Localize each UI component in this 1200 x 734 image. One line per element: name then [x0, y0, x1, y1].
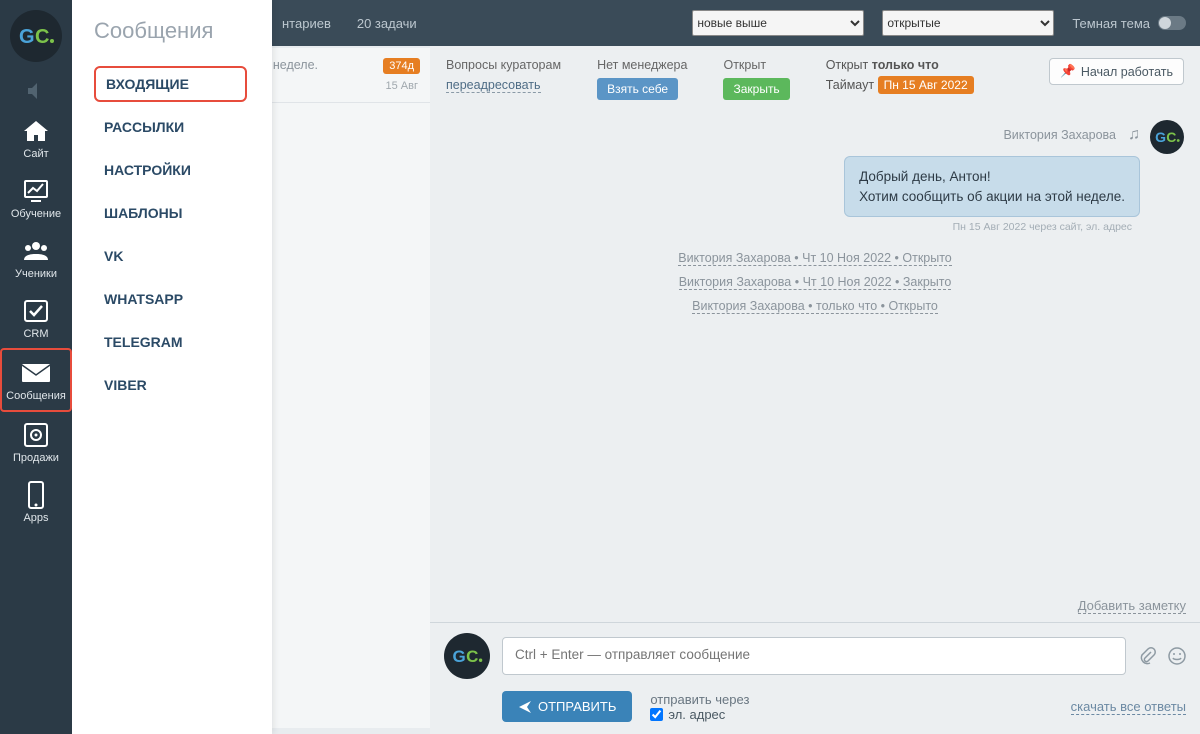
submenu-item-whatsapp[interactable]: WHATSAPP [94, 281, 272, 317]
no-manager-title: Нет менеджера [597, 58, 687, 72]
submenu-item-inbox[interactable]: ВХОДЯЩИЕ [94, 66, 247, 102]
sidebar-item-label: Сообщения [6, 390, 66, 402]
take-button[interactable]: Взять себе [597, 78, 678, 100]
conversation-pane: Вопросы кураторам переадресовать Нет мен… [430, 46, 1200, 734]
close-button[interactable]: Закрыть [723, 78, 789, 100]
send-via-label: отправить через [650, 692, 749, 707]
sidebar-item-sales[interactable]: Продажи [0, 412, 72, 472]
svg-text:C: C [35, 26, 49, 48]
home-icon [21, 118, 51, 144]
sender-name[interactable]: Виктория Захарова [1003, 128, 1116, 142]
svg-text:G: G [1155, 129, 1166, 145]
sidebar-item-apps[interactable]: Apps [0, 472, 72, 532]
download-link[interactable]: скачать все ответы [1071, 699, 1186, 715]
open-title: Открыт [723, 58, 789, 72]
message-bubble: Добрый день, Антон! Хотим сообщить об ак… [844, 156, 1140, 217]
safe-icon [21, 422, 51, 448]
submenu-item-telegram[interactable]: TELEGRAM [94, 324, 272, 360]
submenu: Сообщения ВХОДЯЩИЕ РАССЫЛКИ НАСТРОЙКИ ША… [72, 0, 272, 734]
submenu-item-viber[interactable]: VIBER [94, 367, 272, 403]
svg-text:C: C [1166, 129, 1176, 145]
phone-icon [21, 482, 51, 508]
sidebar-item-students[interactable]: Ученики [0, 228, 72, 288]
sidebar-item-crm[interactable]: CRM [0, 288, 72, 348]
emoji-icon[interactable] [1168, 647, 1186, 665]
log-entry: Виктория Захарова • Чт 10 Ноя 2022 • Отк… [446, 251, 1184, 265]
sidebar-item-label: Продажи [13, 452, 59, 464]
check-icon [21, 298, 51, 324]
svg-text:C: C [466, 647, 478, 666]
email-checkbox[interactable] [650, 708, 663, 721]
submenu-item-mailings[interactable]: РАССЫЛКИ [94, 109, 272, 145]
send-icon [518, 700, 532, 714]
users-icon [21, 238, 51, 264]
conversation-header: Вопросы кураторам переадресовать Нет мен… [430, 46, 1200, 110]
start-work-button[interactable]: 📌 Начал работать [1049, 58, 1184, 85]
sidebar-item-label: Apps [23, 512, 48, 524]
attach-icon[interactable] [1138, 647, 1156, 665]
add-note-link[interactable]: Добавить заметку [1078, 598, 1186, 614]
timeout-line1: Открыт только что [826, 58, 974, 72]
pin-icon: 📌 [1060, 64, 1076, 79]
sidebar-item-label: CRM [23, 328, 48, 340]
submenu-title: Сообщения [94, 18, 272, 44]
inbox-date: 15 Авг [386, 80, 418, 92]
sidebar-item-learning[interactable]: Обучение [0, 168, 72, 228]
composer: GC ОТПРАВИТЬ отправить через эл. адрес с… [430, 622, 1200, 734]
main-sidebar: GC Сайт Обучение Ученики CRM Сообщения П… [0, 0, 72, 734]
svg-text:G: G [19, 26, 35, 48]
forward-link[interactable]: переадресовать [446, 78, 541, 93]
comments-count[interactable]: нтариев [282, 16, 331, 31]
sidebar-item-label: Обучение [11, 208, 61, 220]
theme-toggle[interactable]: Темная тема [1072, 16, 1186, 31]
toggle-switch-icon [1158, 16, 1186, 30]
curators-title: Вопросы кураторам [446, 58, 561, 72]
sound-icon[interactable] [0, 74, 72, 108]
message-input[interactable] [502, 637, 1126, 675]
composer-avatar: GC [444, 633, 490, 679]
send-button[interactable]: ОТПРАВИТЬ [502, 691, 632, 722]
logo[interactable]: GC [10, 10, 62, 62]
log-entry: Виктория Захарова • только что • Открыто [446, 299, 1184, 313]
messages-area: Виктория Захарова ♫ GC Добрый день, Анто… [430, 110, 1200, 622]
submenu-item-vk[interactable]: VK [94, 238, 272, 274]
email-checkbox-row[interactable]: эл. адрес [650, 707, 749, 722]
sidebar-item-label: Сайт [23, 148, 48, 160]
sort-select[interactable]: новые выше [692, 10, 864, 36]
tasks-count[interactable]: 20 задачи [357, 16, 417, 31]
age-badge: 374д [383, 58, 420, 74]
message-meta: Пн 15 Авг 2022 через сайт, эл. адрес [446, 221, 1132, 233]
submenu-item-templates[interactable]: ШАБЛОНЫ [94, 195, 272, 231]
filter-select[interactable]: открытые [882, 10, 1054, 36]
mail-icon [21, 360, 51, 386]
sidebar-item-messages[interactable]: Сообщения [0, 348, 72, 412]
svg-text:G: G [453, 647, 466, 666]
chart-icon [21, 178, 51, 204]
music-icon[interactable]: ♫ [1128, 126, 1140, 144]
sidebar-item-label: Ученики [15, 268, 57, 280]
sidebar-item-site[interactable]: Сайт [0, 108, 72, 168]
timeout-line2: Таймаут Пн 15 Авг 2022 [826, 78, 974, 92]
submenu-item-settings[interactable]: НАСТРОЙКИ [94, 152, 272, 188]
theme-label: Темная тема [1072, 16, 1150, 31]
message-row: Виктория Захарова ♫ GC [446, 116, 1184, 154]
avatar[interactable]: GC [1150, 120, 1184, 154]
log-entry: Виктория Захарова • Чт 10 Ноя 2022 • Зак… [446, 275, 1184, 289]
